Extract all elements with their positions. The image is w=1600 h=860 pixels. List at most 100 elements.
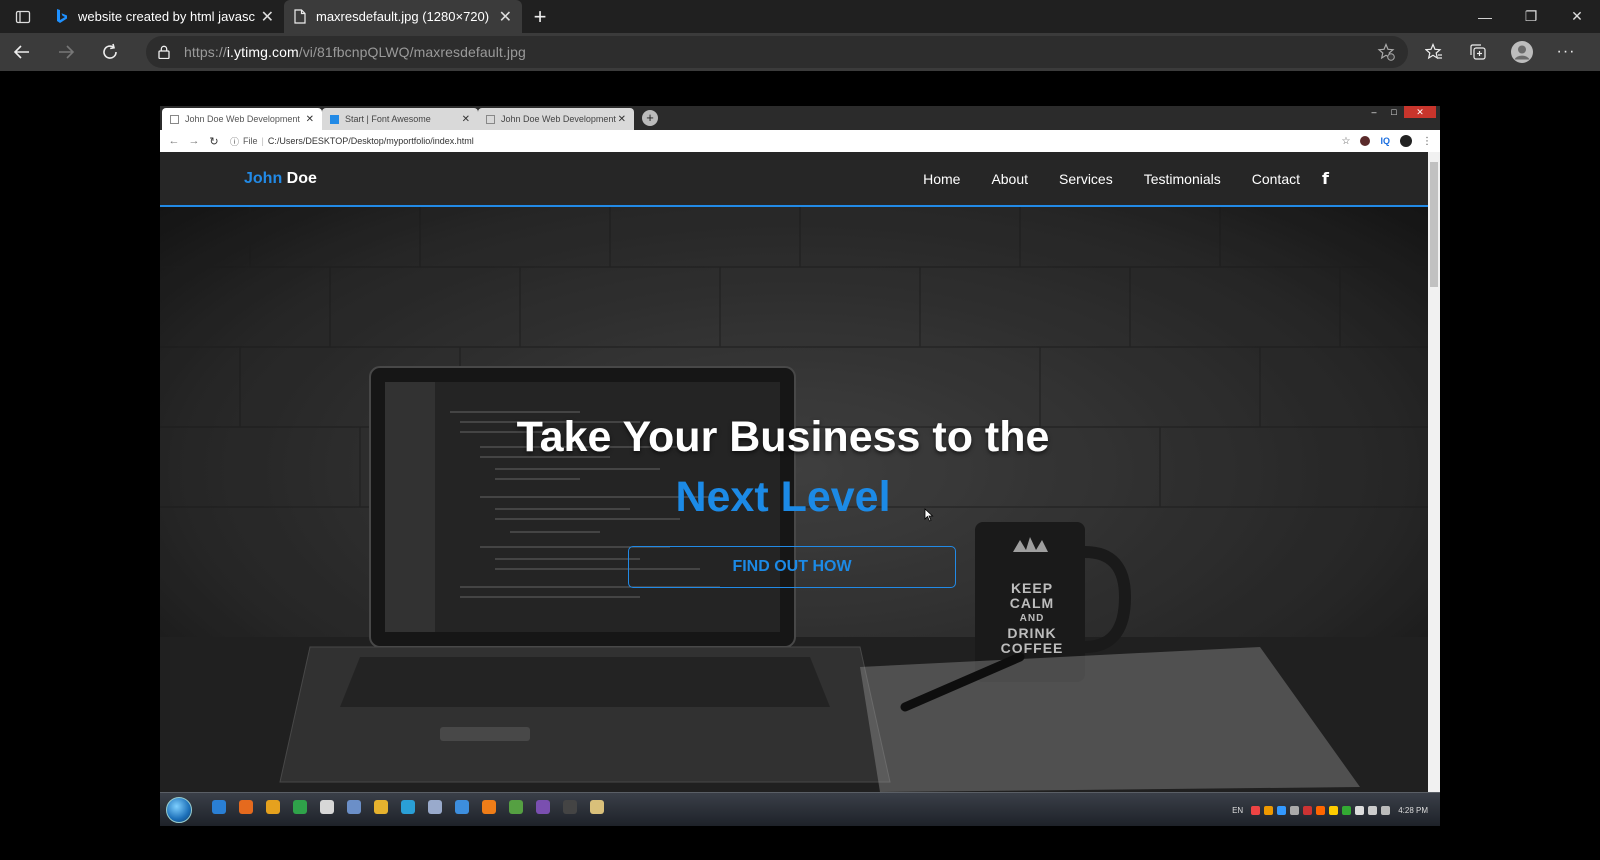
inner-address-bar: ← → ↻ ⓘ File | C:/Users/DESKTOP/Desktop/… xyxy=(160,130,1440,152)
outer-tab-image[interactable]: maxresdefault.jpg (1280×720) ✕ xyxy=(284,0,522,33)
nav-link-home[interactable]: Home xyxy=(923,171,960,187)
mouse-cursor-icon xyxy=(924,508,934,522)
forward-arrow-icon[interactable]: → xyxy=(184,135,204,147)
back-button[interactable] xyxy=(0,33,44,71)
extension-iq-icon[interactable]: IQ xyxy=(1380,136,1390,146)
tray-icon[interactable] xyxy=(1290,805,1300,815)
url-field[interactable]: https://i.ytimg.com/vi/81fbcnpQLWQ/maxre… xyxy=(146,36,1408,68)
close-tab-icon[interactable]: ✕ xyxy=(499,7,512,27)
app-icon[interactable] xyxy=(266,800,280,814)
app-icon[interactable] xyxy=(455,800,469,814)
back-arrow-icon[interactable]: ← xyxy=(164,135,184,147)
app-icon[interactable] xyxy=(509,800,523,814)
internet-explorer-icon[interactable] xyxy=(212,800,226,814)
logo-first-name: John xyxy=(244,170,283,187)
tab-actions-button[interactable] xyxy=(0,0,46,33)
app-icon[interactable] xyxy=(401,800,415,814)
tray-icon[interactable] xyxy=(1329,805,1339,815)
tray-icon[interactable] xyxy=(1303,805,1313,815)
find-out-how-button[interactable]: FIND OUT HOW xyxy=(628,546,956,588)
inner-tab-bar: John Doe Web Development ✕ Start | Font … xyxy=(160,106,1440,130)
avatar-icon xyxy=(1511,41,1533,63)
app-icon[interactable] xyxy=(347,800,361,814)
tray-icon[interactable] xyxy=(1342,805,1352,815)
tray-icon[interactable] xyxy=(1264,805,1274,815)
taskbar-apps xyxy=(212,800,604,814)
app-icon[interactable] xyxy=(536,800,550,814)
page-icon xyxy=(486,114,495,124)
close-tab-icon[interactable]: ✕ xyxy=(618,114,626,125)
site-logo[interactable]: John Doe xyxy=(244,170,317,188)
tray-icons xyxy=(1251,805,1391,815)
chrome-icon[interactable] xyxy=(320,800,334,814)
hero-section: KEEP CALM AND DRINK COFFEE Take Your Bus… xyxy=(160,207,1428,792)
file-explorer-icon[interactable] xyxy=(590,800,604,814)
favorites-button[interactable] xyxy=(1412,33,1456,71)
minimize-button[interactable]: — xyxy=(1462,0,1508,33)
app-icon[interactable] xyxy=(428,800,442,814)
forward-arrow-icon xyxy=(59,45,75,59)
new-tab-button[interactable]: + xyxy=(522,0,558,33)
app-icon[interactable] xyxy=(293,800,307,814)
app-icon[interactable] xyxy=(563,800,577,814)
nav-link-about[interactable]: About xyxy=(991,171,1028,187)
profile-button[interactable] xyxy=(1500,33,1544,71)
bookmark-star-icon[interactable]: ☆ xyxy=(1342,136,1351,147)
tray-icon[interactable] xyxy=(1277,805,1287,815)
nav-link-contact[interactable]: Contact xyxy=(1252,171,1300,187)
add-favorite-button[interactable] xyxy=(1364,33,1408,71)
start-button[interactable] xyxy=(166,797,192,823)
refresh-icon[interactable]: ↻ xyxy=(204,135,224,148)
clock[interactable]: 4:28 PM xyxy=(1398,806,1428,815)
close-tab-icon[interactable]: ✕ xyxy=(306,114,314,125)
nav-menu: Home About Services Testimonials Contact xyxy=(923,171,1332,187)
screenshot-image: John Doe Web Development ✕ Start | Font … xyxy=(160,106,1440,826)
language-indicator[interactable]: EN xyxy=(1232,806,1243,815)
inner-tab[interactable]: John Doe Web Development ✕ xyxy=(478,108,634,130)
page-scrollbar[interactable] xyxy=(1428,152,1440,792)
close-window-button[interactable]: ✕ xyxy=(1554,0,1600,33)
tray-icon[interactable] xyxy=(1251,805,1261,815)
inner-toolbar-right: ☆ IQ ⋮ xyxy=(1342,130,1432,152)
inner-maximize-button[interactable]: □ xyxy=(1384,106,1404,118)
back-arrow-icon xyxy=(13,45,29,59)
extension-icon[interactable] xyxy=(1360,136,1371,146)
close-tab-icon[interactable]: ✕ xyxy=(261,7,274,27)
collections-button[interactable] xyxy=(1456,33,1500,71)
tray-icon[interactable] xyxy=(1355,805,1365,815)
mug-text-line: AND xyxy=(1019,613,1045,624)
inner-new-tab-button[interactable]: + xyxy=(642,110,658,126)
inner-url-text[interactable]: C:/Users/DESKTOP/Desktop/myportfolio/ind… xyxy=(268,136,474,146)
menu-icon[interactable]: ⋮ xyxy=(1422,136,1432,147)
app-icon[interactable] xyxy=(374,800,388,814)
refresh-button[interactable] xyxy=(88,33,132,71)
url-scheme-label: File xyxy=(243,136,258,146)
volume-icon[interactable] xyxy=(1368,805,1378,815)
url-text: https://i.ytimg.com/vi/81fbcnpQLWQ/maxre… xyxy=(184,44,526,60)
tray-icon[interactable] xyxy=(1316,805,1326,815)
profile-avatar-icon[interactable] xyxy=(1400,135,1412,147)
inner-tab-title: John Doe Web Development xyxy=(185,114,300,124)
network-icon[interactable] xyxy=(1381,805,1391,815)
forward-button[interactable] xyxy=(44,33,88,71)
close-tab-icon[interactable]: ✕ xyxy=(462,114,470,125)
inner-minimize-button[interactable]: – xyxy=(1364,106,1384,118)
url-prefix: https:// xyxy=(184,44,227,60)
vlc-icon[interactable] xyxy=(482,800,496,814)
outer-address-bar: https://i.ytimg.com/vi/81fbcnpQLWQ/maxre… xyxy=(0,33,1600,71)
settings-more-button[interactable]: ··· xyxy=(1544,33,1588,71)
more-icon: ··· xyxy=(1556,43,1576,60)
logo-last-name: Doe xyxy=(286,170,317,187)
outer-tab-title: website created by html javascrip xyxy=(78,9,255,24)
nav-link-services[interactable]: Services xyxy=(1059,171,1113,187)
firefox-icon[interactable] xyxy=(239,800,253,814)
tab-actions-icon xyxy=(15,10,31,23)
restore-button[interactable]: ❐ xyxy=(1508,0,1554,33)
nav-link-testimonials[interactable]: Testimonials xyxy=(1144,171,1221,187)
scrollbar-thumb[interactable] xyxy=(1430,162,1438,287)
inner-tab-active[interactable]: John Doe Web Development ✕ xyxy=(162,108,322,130)
inner-tab[interactable]: Start | Font Awesome ✕ xyxy=(322,108,478,130)
facebook-icon[interactable]: f xyxy=(1322,169,1329,188)
inner-close-button[interactable]: ✕ xyxy=(1404,106,1436,118)
outer-tab-bing[interactable]: website created by html javascrip ✕ xyxy=(46,0,284,33)
